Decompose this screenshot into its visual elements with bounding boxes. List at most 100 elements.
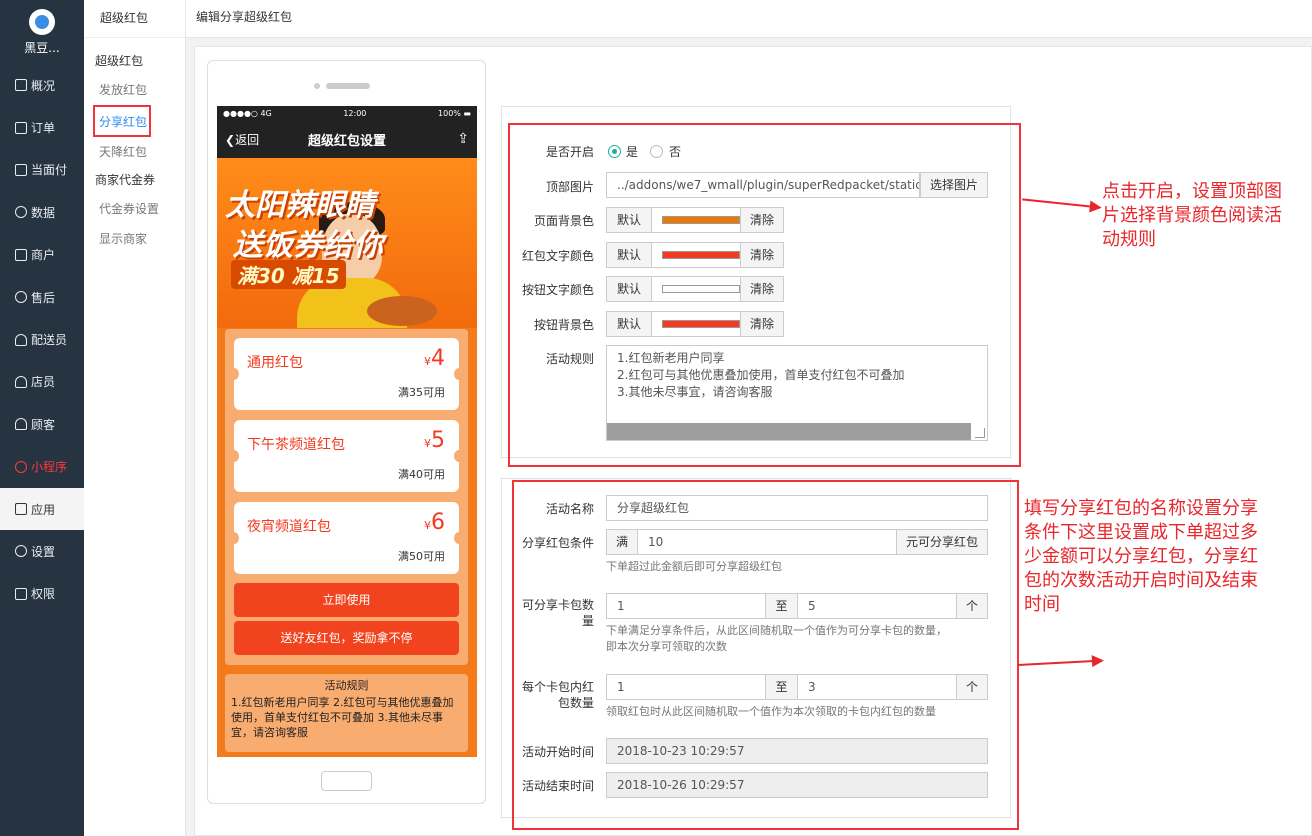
annotation-note-2: 填写分享红包的名称设置分享 条件下这里设置成下单超过多 少金额可以分享红包，分享… bbox=[1024, 497, 1312, 617]
nav-item-clerks[interactable]: 店员 bbox=[0, 361, 84, 403]
coupon-amount: 5 bbox=[431, 428, 445, 453]
note-line: 时间 bbox=[1024, 594, 1060, 615]
coupon-card: 夜宵频道红包 ¥6 满50可用 bbox=[229, 502, 464, 574]
phone-preview: ●●●●○ 4G 12:00 100% ▬ ❮返回 超级红包设置 ⇪ 太阳辣眼睛… bbox=[207, 60, 486, 804]
coupon-value: ¥5 bbox=[424, 428, 445, 453]
preview-rules: 活动规则 1.红包新老用户同享 2.红包可与其他优惠叠加使用，首单支付红包不可叠… bbox=[225, 674, 468, 752]
annotation-note-1: 点击开启，设置顶部图 片选择背景颜色阅读活 动规则 bbox=[1102, 180, 1312, 252]
nav-label: 设置 bbox=[31, 544, 56, 559]
rules-title: 活动规则 bbox=[324, 679, 369, 692]
brand-logo-icon bbox=[29, 8, 55, 35]
speaker bbox=[326, 83, 370, 89]
settings-icon bbox=[15, 545, 27, 558]
use-now-button[interactable]: 立即使用 bbox=[234, 583, 459, 617]
dashboard-icon bbox=[15, 79, 27, 92]
nav-item-facepay[interactable]: 当面付 bbox=[0, 149, 84, 191]
back-label: 返回 bbox=[235, 132, 260, 147]
nav-label: 权限 bbox=[31, 587, 56, 602]
apps-icon bbox=[15, 503, 27, 516]
courier-icon bbox=[15, 333, 27, 346]
nav-label: 订单 bbox=[31, 121, 56, 136]
brand[interactable]: 黑豆... bbox=[0, 0, 84, 64]
coupon-currency: ¥ bbox=[424, 519, 431, 532]
coupon-value: ¥6 bbox=[424, 510, 445, 535]
nav-item-settings[interactable]: 设置 bbox=[0, 530, 84, 572]
coupon-amount: 6 bbox=[431, 510, 445, 535]
nav-label: 顾客 bbox=[31, 417, 56, 432]
nav-label: 当面付 bbox=[31, 163, 68, 178]
pay-icon bbox=[15, 163, 27, 176]
nav-label: 概况 bbox=[31, 78, 56, 93]
subnav-item-voucher-settings[interactable]: 代金券设置 bbox=[84, 194, 185, 224]
nav-item-customers[interactable]: 顾客 bbox=[0, 403, 84, 445]
coupon-name: 夜宵频道红包 bbox=[247, 519, 331, 535]
nav-label: 应用 bbox=[31, 502, 56, 517]
subnav-group-voucher: 商家代金券 bbox=[95, 173, 156, 187]
nav-label: 配送员 bbox=[31, 333, 68, 348]
note-line: 条件下这里设置成下单超过多 bbox=[1024, 522, 1258, 543]
coupon-condition: 满50可用 bbox=[398, 550, 445, 563]
coupon-condition: 满35可用 bbox=[398, 386, 445, 399]
coupon-list: 通用红包 ¥4 满35可用 下午茶频道红包 ¥5 满40可用 夜宵频道红包 ¥6… bbox=[225, 329, 468, 665]
back-button[interactable]: ❮返回 bbox=[225, 131, 259, 148]
note-line: 填写分享红包的名称设置分享 bbox=[1024, 498, 1258, 519]
home-button bbox=[321, 771, 372, 791]
nav-item-apps[interactable]: 应用 bbox=[0, 487, 84, 531]
order-icon bbox=[15, 121, 27, 134]
store-icon bbox=[15, 248, 27, 261]
banner-food bbox=[367, 296, 437, 326]
data-icon bbox=[15, 206, 27, 219]
nav-label: 小程序 bbox=[31, 460, 68, 475]
nav-label: 数据 bbox=[31, 205, 56, 220]
card-notch bbox=[454, 532, 464, 544]
preview-titlebar: ❮返回 超级红包设置 ⇪ bbox=[217, 120, 477, 158]
coupon-amount: 4 bbox=[431, 346, 445, 371]
nav-item-orders[interactable]: 订单 bbox=[0, 106, 84, 148]
note-line: 片选择背景颜色阅读活 bbox=[1102, 205, 1282, 226]
share-friend-button[interactable]: 送好友红包，奖励拿不停 bbox=[234, 621, 459, 655]
coupon-condition: 满40可用 bbox=[398, 468, 445, 481]
coupon-card: 下午茶频道红包 ¥5 满40可用 bbox=[229, 420, 464, 492]
coupon-currency: ¥ bbox=[424, 355, 431, 368]
subnav-item-issue[interactable]: 发放红包 bbox=[84, 75, 185, 105]
share-icon[interactable]: ⇪ bbox=[457, 131, 469, 147]
camera-dot bbox=[314, 83, 320, 89]
miniprogram-icon bbox=[15, 460, 27, 473]
card-notch bbox=[229, 450, 239, 462]
nav-item-miniprogram[interactable]: 小程序 bbox=[0, 446, 84, 488]
clerk-icon bbox=[15, 375, 27, 388]
subnav-item-show-merchants[interactable]: 显示商家 bbox=[84, 224, 185, 254]
note-line: 包的次数活动开启时间及结束 bbox=[1024, 570, 1258, 591]
sub-nav: 超级红包 超级红包 发放红包 分享红包 天降红包 商家代金券 代金券设置 显示商… bbox=[84, 0, 186, 836]
coupon-currency: ¥ bbox=[424, 437, 431, 450]
page-title: 编辑分享超级红包 bbox=[186, 0, 1312, 38]
brand-name: 黑豆... bbox=[24, 40, 60, 55]
banner-line3: 满30 减15 bbox=[231, 260, 346, 289]
subnav-item-share[interactable]: 分享红包 bbox=[93, 105, 151, 137]
nav-item-couriers[interactable]: 配送员 bbox=[0, 318, 84, 360]
status-battery: 100% ▬ bbox=[438, 108, 471, 118]
status-signal: ●●●●○ 4G bbox=[223, 108, 272, 118]
nav-item-aftersale[interactable]: 售后 bbox=[0, 276, 84, 318]
card-notch bbox=[229, 368, 239, 380]
card-notch bbox=[454, 450, 464, 462]
nav-item-merchants[interactable]: 商户 bbox=[0, 234, 84, 276]
card-notch bbox=[454, 368, 464, 380]
chevron-left-icon: ❮ bbox=[225, 132, 236, 147]
lock-icon bbox=[15, 587, 27, 600]
note-line: 少金额可以分享红包，分享红 bbox=[1024, 546, 1258, 567]
coupon-name: 通用红包 bbox=[247, 355, 303, 371]
coupon-name: 下午茶频道红包 bbox=[247, 437, 345, 453]
note-line: 动规则 bbox=[1102, 229, 1156, 250]
status-bar: ●●●●○ 4G 12:00 100% ▬ bbox=[217, 106, 477, 120]
phone-screen: ●●●●○ 4G 12:00 100% ▬ ❮返回 超级红包设置 ⇪ 太阳辣眼睛… bbox=[217, 106, 477, 757]
nav-item-overview[interactable]: 概况 bbox=[0, 64, 84, 106]
preview-banner: 太阳辣眼睛 送饭券给你 满30 减15 bbox=[217, 158, 477, 328]
nav-item-permissions[interactable]: 权限 bbox=[0, 573, 84, 615]
nav-item-data[interactable]: 数据 bbox=[0, 191, 84, 233]
nav-label: 售后 bbox=[31, 290, 56, 305]
card-notch bbox=[229, 532, 239, 544]
subnav-item-sky[interactable]: 天降红包 bbox=[84, 137, 185, 167]
status-time: 12:00 bbox=[343, 108, 367, 118]
nav-label: 商户 bbox=[31, 248, 56, 263]
